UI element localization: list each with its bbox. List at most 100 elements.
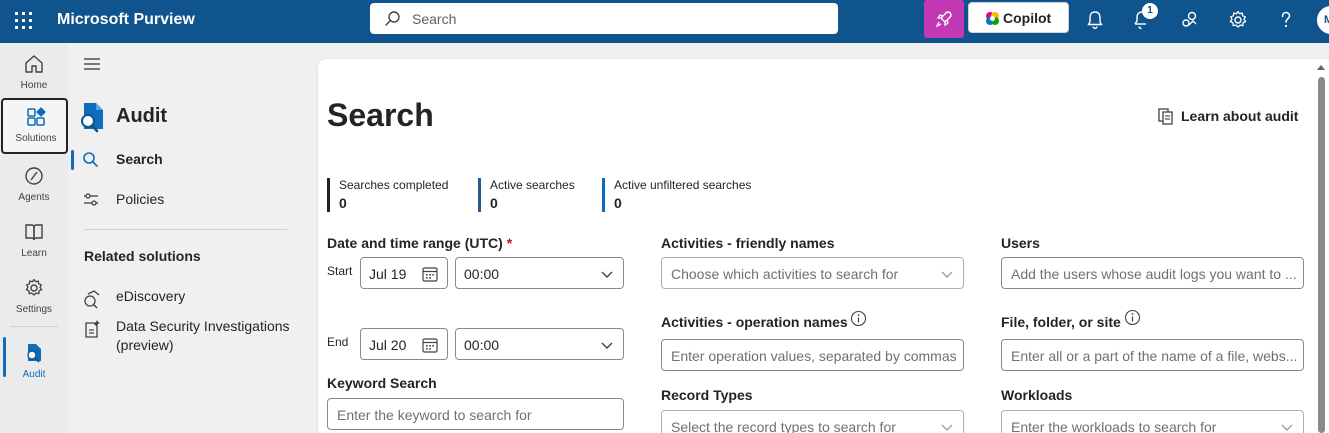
solutions-icon	[27, 107, 46, 126]
chevron-down-icon	[1281, 424, 1293, 431]
page-title: Search	[327, 97, 434, 133]
stat-searches-completed: Searches completed 0	[327, 178, 448, 212]
start-date-value: Jul 19	[369, 266, 407, 282]
sparkle-doc-icon	[85, 320, 100, 338]
calendar-icon	[422, 338, 438, 353]
file-folder-site-placeholder: Enter all or a part of the name of a fil…	[1011, 348, 1298, 364]
nav-item-search[interactable]: Search	[68, 142, 308, 176]
end-time-value: 00:00	[464, 337, 500, 353]
nav-item-label: Policies	[116, 191, 165, 207]
app-title[interactable]: Microsoft Purview	[57, 11, 195, 29]
rail-item-audit[interactable]: Audit	[0, 334, 68, 390]
learn-doc-icon	[1158, 108, 1173, 125]
notification-bell-icon[interactable]	[1084, 9, 1106, 31]
end-label: End	[327, 335, 349, 349]
activities-operation-placeholder: Enter operation values, separated by com…	[671, 348, 957, 364]
keyword-search-input[interactable]: Enter the keyword to search for	[327, 398, 624, 430]
keyword-search-label: Keyword Search	[327, 375, 437, 391]
nav-item-policies[interactable]: Policies	[68, 182, 308, 216]
stat-value: 0	[339, 195, 347, 211]
page-scrollbar[interactable]	[1314, 59, 1329, 433]
search-icon	[385, 11, 400, 26]
scroll-up-arrow-icon[interactable]	[1317, 65, 1325, 70]
copilot-button[interactable]: Copilot	[968, 2, 1069, 33]
rail-item-learn[interactable]: Learn	[0, 213, 68, 269]
learn-link-label: Learn about audit	[1181, 108, 1299, 124]
stat-label: Active searches	[490, 178, 575, 192]
solution-title: Audit	[116, 105, 168, 127]
related-item-label: Data Security Investigations (preview)	[116, 318, 290, 353]
rocket-icon	[935, 11, 952, 28]
file-folder-site-label: File, folder, or site	[1001, 314, 1121, 330]
stat-active-searches: Active searches 0	[478, 178, 575, 212]
help-icon[interactable]	[1275, 9, 1297, 31]
chevron-down-icon	[941, 424, 953, 431]
end-date-picker[interactable]: Jul 20	[360, 328, 448, 360]
hamburger-menu-icon[interactable]	[83, 57, 101, 71]
record-types-dropdown[interactable]: Select the record types to search for	[661, 410, 964, 433]
stat-label: Active unfiltered searches	[614, 178, 752, 192]
info-icon[interactable]	[850, 310, 867, 327]
chevron-down-icon	[601, 342, 613, 349]
rail-label: Agents	[18, 192, 50, 203]
avatar[interactable]: M	[1317, 6, 1329, 34]
ediscovery-icon	[84, 290, 100, 309]
top-bar: Microsoft Purview Copilot	[0, 0, 1329, 43]
keyword-placeholder: Enter the keyword to search for	[337, 407, 532, 423]
rail-item-agents[interactable]: Agents	[0, 157, 68, 213]
scrollbar-thumb[interactable]	[1318, 77, 1325, 433]
audit-icon	[27, 344, 41, 363]
rail-label: Solutions	[15, 133, 57, 144]
home-icon	[25, 55, 43, 73]
connections-icon[interactable]	[1179, 9, 1201, 31]
nav-divider	[84, 229, 287, 230]
global-search-input[interactable]	[412, 9, 812, 29]
users-label: Users	[1001, 235, 1040, 251]
notification-count-badge: 1	[1142, 3, 1158, 19]
agents-icon	[25, 167, 43, 185]
start-time-dropdown[interactable]: 00:00	[455, 257, 624, 289]
stat-value: 0	[490, 195, 498, 211]
main-content: Search Learn about audit Searches comple…	[318, 59, 1329, 433]
stat-label: Searches completed	[339, 178, 449, 192]
copilot-icon	[986, 12, 999, 25]
stat-value: 0	[614, 195, 622, 211]
start-date-picker[interactable]: Jul 19	[360, 257, 448, 289]
stat-active-unfiltered-searches: Active unfiltered searches 0	[602, 178, 751, 212]
record-types-placeholder: Select the record types to search for	[671, 419, 896, 433]
info-icon[interactable]	[1124, 309, 1141, 326]
rail-divider	[10, 326, 58, 327]
workloads-dropdown[interactable]: Enter the workloads to search for	[1001, 410, 1304, 433]
app-rail: Home Solutions Agents Learn Settings Aud…	[0, 43, 68, 433]
gear-icon[interactable]	[1227, 9, 1249, 31]
activities-operation-input[interactable]: Enter operation values, separated by com…	[661, 339, 964, 371]
rail-label: Audit	[22, 369, 46, 380]
app-launcher-icon[interactable]	[13, 10, 35, 32]
search-icon	[83, 152, 98, 167]
related-item-label: eDiscovery	[116, 288, 186, 304]
record-types-label: Record Types	[661, 387, 753, 403]
left-navigation: Audit Search Policies Related solutions …	[68, 43, 318, 433]
global-search[interactable]	[370, 3, 838, 34]
activities-operation-label: Activities - operation names	[661, 314, 848, 330]
audit-solution-icon	[81, 103, 103, 133]
file-folder-site-input[interactable]: Enter all or a part of the name of a fil…	[1001, 339, 1304, 371]
activities-friendly-dropdown[interactable]: Choose which activities to search for	[661, 257, 964, 289]
gear-icon	[25, 278, 43, 296]
rail-label: Settings	[15, 304, 53, 315]
rail-item-solutions[interactable]: Solutions	[1, 98, 68, 154]
nav-selection-indicator	[71, 150, 74, 170]
copilot-label: Copilot	[1003, 10, 1052, 26]
rail-item-settings[interactable]: Settings	[0, 269, 68, 325]
users-input[interactable]: Add the users whose audit logs you want …	[1001, 257, 1304, 289]
required-asterisk: *	[506, 235, 513, 251]
rail-item-home[interactable]: Home	[0, 45, 68, 101]
end-time-dropdown[interactable]: 00:00	[455, 328, 624, 360]
policies-icon	[84, 193, 98, 206]
chevron-down-icon	[601, 271, 613, 278]
end-date-value: Jul 20	[369, 337, 407, 353]
users-placeholder: Add the users whose audit logs you want …	[1011, 266, 1297, 282]
rocket-button[interactable]	[924, 0, 964, 38]
activities-friendly-placeholder: Choose which activities to search for	[671, 266, 899, 282]
start-time-value: 00:00	[464, 266, 500, 282]
